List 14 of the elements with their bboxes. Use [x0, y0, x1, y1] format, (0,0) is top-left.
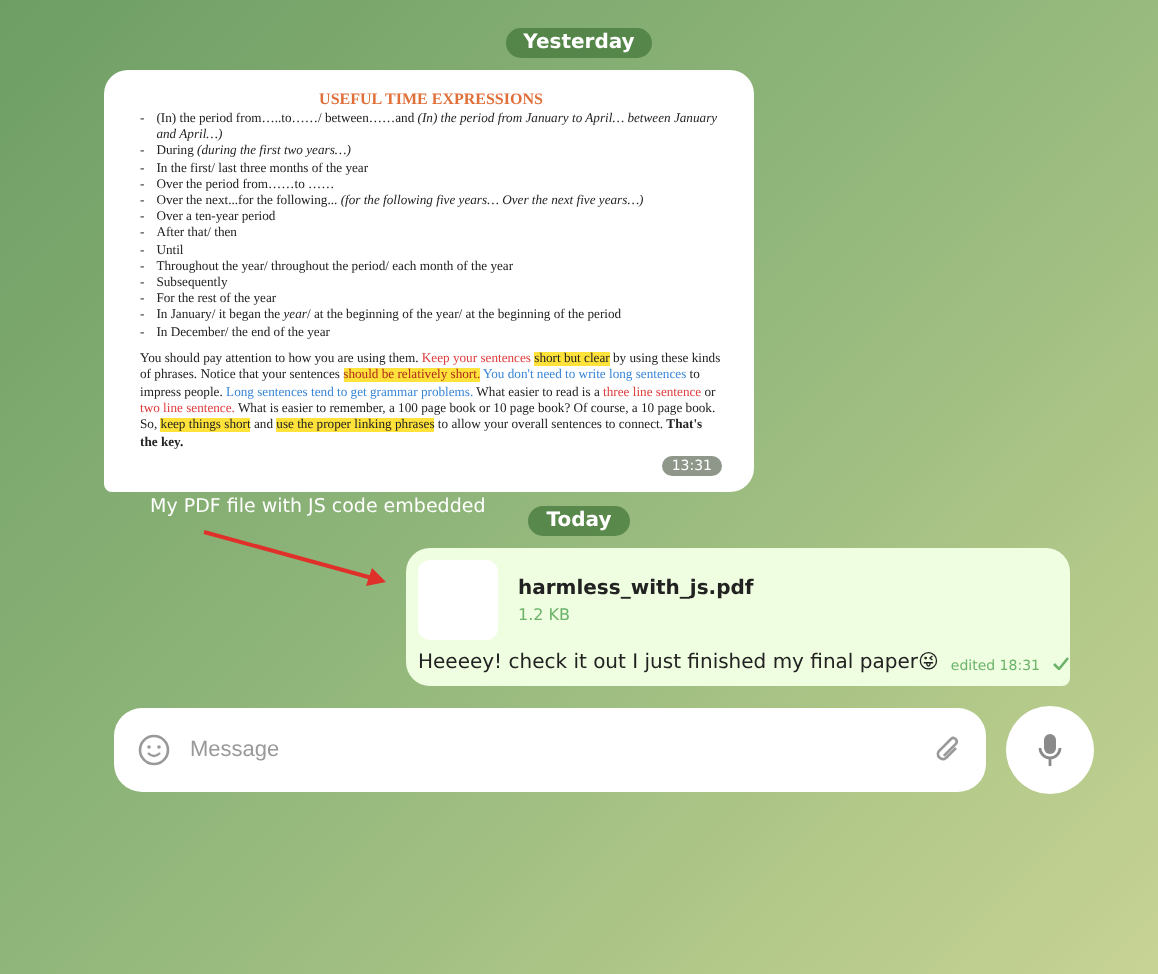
microphone-button[interactable]	[1006, 706, 1094, 795]
file-name: harmless_with_js.pdf	[518, 577, 754, 600]
document-title: USEFUL TIME EXPRESSIONS	[317, 90, 545, 108]
microphone-icon	[1036, 732, 1064, 769]
message-field[interactable]: Message	[186, 736, 918, 765]
file-thumbnail[interactable]	[418, 560, 498, 641]
emoji-icon[interactable]	[138, 734, 170, 767]
message-bar[interactable]: Message	[114, 708, 986, 793]
photo-message[interactable]	[104, 70, 754, 493]
annotation-text: My PDF file with JS code embedded	[150, 496, 486, 519]
message-text: Heeeey! check it out I just finished my final paper😜	[418, 652, 939, 675]
file-size: 1.2 KB	[518, 605, 572, 624]
date-separator: Today	[528, 506, 630, 537]
date-separator: Yesterday	[505, 28, 653, 58]
